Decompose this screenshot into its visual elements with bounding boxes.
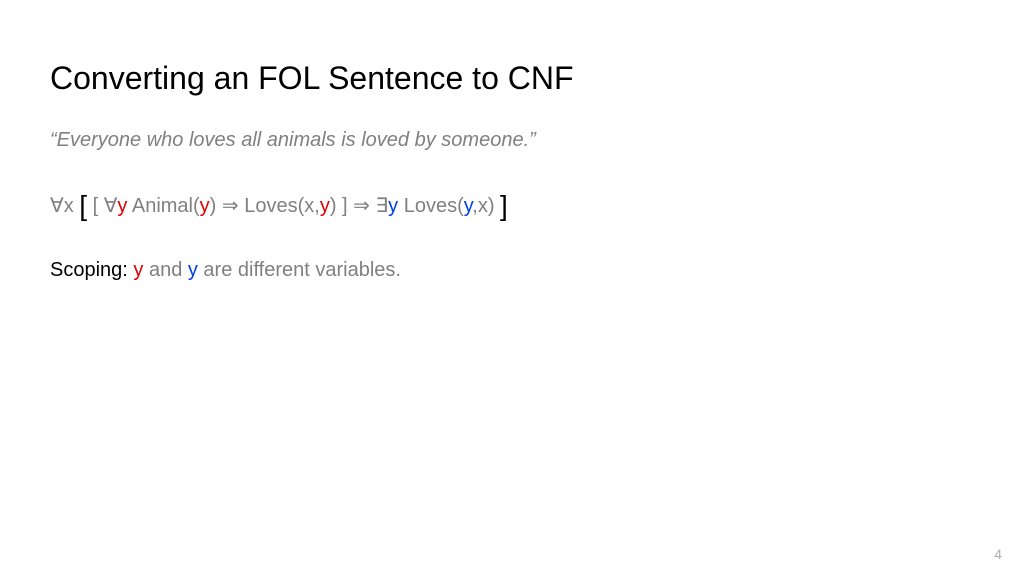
animal-open: Animal( <box>127 195 199 217</box>
fol-formula: ∀x [ [ ∀y Animal(y) ⇒ Loves(x,y) ] ⇒ ∃y … <box>50 186 974 225</box>
big-bracket-close: ] <box>500 190 508 221</box>
slide: Converting an FOL Sentence to CNF “Every… <box>0 0 1024 576</box>
close-paren-1: ) <box>330 195 337 217</box>
var-y-red-2: y <box>200 195 210 217</box>
example-sentence: “Everyone who loves all animals is loved… <box>50 129 974 152</box>
forall-symbol: ∀ <box>50 195 64 217</box>
var-x: x <box>64 195 74 217</box>
loves-open-1: Loves( <box>239 195 305 217</box>
var-y-blue-1: y <box>388 195 398 217</box>
slide-title: Converting an FOL Sentence to CNF <box>50 60 974 97</box>
var-y-red-1: y <box>117 195 127 217</box>
scoping-and: and <box>143 259 187 281</box>
close-paren-2: ) <box>488 195 495 217</box>
scoping-note: Scoping: y and y are different variables… <box>50 259 974 282</box>
scoping-y-red: y <box>133 259 143 281</box>
big-bracket-open: [ <box>79 190 87 221</box>
bracket-open: [ <box>93 195 99 217</box>
var-x-2: x <box>304 195 314 217</box>
bracket-close: ] <box>342 195 348 217</box>
var-y-red-3: y <box>320 195 330 217</box>
implies-symbol-1: ⇒ <box>222 195 239 217</box>
scoping-y-blue: y <box>188 259 198 281</box>
scoping-label: Scoping: <box>50 259 133 281</box>
scoping-rest: are different variables. <box>198 259 401 281</box>
var-y-blue-2: y <box>464 195 473 217</box>
page-number: 4 <box>994 546 1002 562</box>
var-x-3: x <box>478 195 488 217</box>
implies-symbol-2: ⇒ <box>353 195 370 217</box>
exists-symbol: ∃ <box>376 195 389 217</box>
loves-open-2: Loves( <box>398 195 464 217</box>
animal-close: ) <box>210 195 217 217</box>
forall-symbol-inner: ∀ <box>104 195 118 217</box>
